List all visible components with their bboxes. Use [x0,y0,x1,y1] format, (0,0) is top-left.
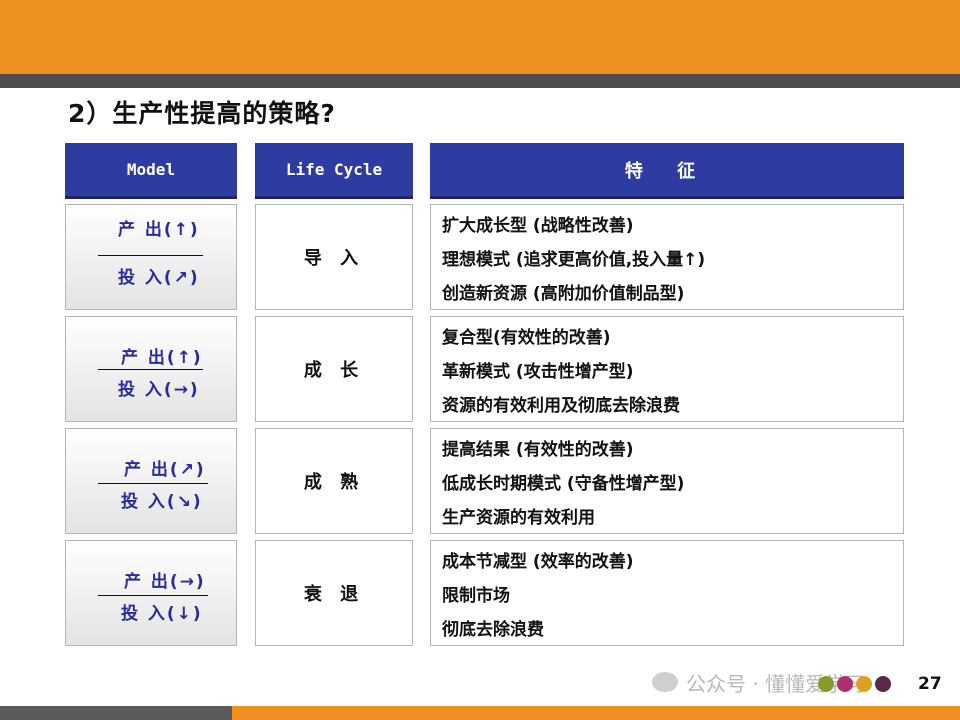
feature-item: 提高结果 (有效性的改善) [442,440,634,460]
slide-title: 2）生产性提高的策略? [68,99,336,128]
features-cell-row-4: 成本节减型 (效率的改善) 限制市场 彻底去除浪费 [430,540,904,646]
input-label: 投 入(→) [118,380,200,400]
model-cell-row-3: 产 出(↗) 投 入(↘) [65,428,237,534]
top-grey-stripe [0,74,960,88]
model-cell-row-1: 产 出(↑) 投 入(↗) [65,204,237,310]
feature-item: 扩大成长型 (战略性改善) [442,216,634,236]
wechat-icon [652,672,678,692]
header-model: Model [65,143,237,199]
decorative-dots [818,676,891,692]
stage-cell-row-3: 成 熟 [255,428,413,534]
model-cell-row-2: 产 出(↑) 投 入(→) [65,316,237,422]
feature-item: 复合型(有效性的改善) [442,328,611,348]
top-orange-bar [0,0,960,74]
dot-icon [875,676,891,692]
feature-item: 创造新资源 (高附加价值制品型) [442,284,685,304]
output-label: 产 出(↑) [121,348,203,368]
stage-cell-row-2: 成 长 [255,316,413,422]
bottom-orange-bar [232,706,960,720]
output-label: 产 出(→) [124,572,206,592]
ratio-line [98,369,203,370]
features-cell-row-3: 提高结果 (有效性的改善) 低成长时期模式 (守备性增产型) 生产资源的有效利用 [430,428,904,534]
dot-icon [837,676,853,692]
features-cell-row-2: 复合型(有效性的改善) 革新模式 (攻击性增产型) 资源的有效利用及彻底去除浪费 [430,316,904,422]
input-label: 投 入(↗) [118,268,200,288]
feature-item: 限制市场 [442,586,510,606]
stage-cell-row-1: 导 入 [255,204,413,310]
output-label: 产 出(↗) [124,460,206,480]
input-label: 投 入(↓) [121,604,203,624]
feature-item: 资源的有效利用及彻底去除浪费 [442,396,680,416]
feature-item: 理想模式 (追求更高价值,投入量↑) [442,250,706,270]
page-number: 27 [918,674,942,694]
feature-item: 革新模式 (攻击性增产型) [442,362,634,382]
model-cell-row-4: 产 出(→) 投 入(↓) [65,540,237,646]
dot-icon [818,676,834,692]
features-cell-row-1: 扩大成长型 (战略性改善) 理想模式 (追求更高价值,投入量↑) 创造新资源 (… [430,204,904,310]
bottom-grey-bar [0,706,232,720]
feature-item: 低成长时期模式 (守备性增产型) [442,474,685,494]
stage-cell-row-4: 衰 退 [255,540,413,646]
feature-item: 成本节减型 (效率的改善) [442,552,634,572]
ratio-line [98,483,208,484]
feature-item: 彻底去除浪费 [442,620,544,640]
header-features: 特 征 [430,143,904,199]
input-label: 投 入(↘) [121,492,203,512]
ratio-line [98,595,208,596]
dot-icon [856,676,872,692]
ratio-line [98,255,203,256]
header-life-cycle: Life Cycle [255,143,413,199]
output-label: 产 出(↑) [118,220,200,240]
feature-item: 生产资源的有效利用 [442,508,595,528]
